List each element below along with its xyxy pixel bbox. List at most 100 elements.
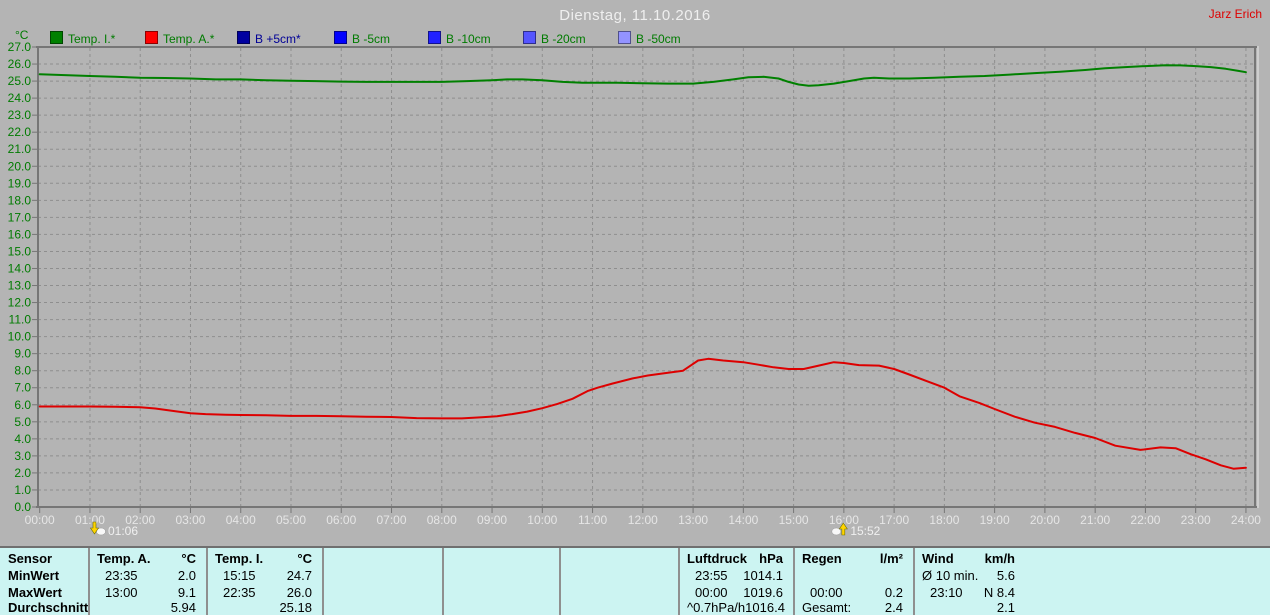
- table-cell: N 8.4: [983, 585, 1015, 600]
- summary-table: Sensor MinWert MaxWert Durchschnitt Temp. A.…: [0, 546, 1270, 615]
- table-row: Regen l/m²: [793, 551, 913, 567]
- y-tick-label: 24.0: [8, 91, 32, 105]
- table-cell: 2.1: [996, 600, 1015, 615]
- x-tick-label: 15:00: [779, 513, 809, 527]
- y-tick-label: 14.0: [8, 261, 32, 275]
- table-row: Temp. A. °C: [88, 551, 206, 567]
- y-tick-label: 20.0: [8, 159, 32, 173]
- table-column-temp-a: Temp. A. °C 23:35 2.0 13:00 9.1 5.94: [88, 548, 206, 615]
- table-row-label: MaxWert: [8, 585, 62, 600]
- x-tick-label: 18:00: [929, 513, 959, 527]
- table-row: 22:35 26.0: [206, 585, 322, 601]
- table-cell: 0.2: [884, 585, 903, 600]
- table-column-temp-i: Temp. I. °C 15:15 24.7 22:35 26.0 25.18: [206, 548, 322, 615]
- table-cell: 15:15: [223, 568, 256, 583]
- table-row-label: Durchschnitt: [8, 600, 89, 615]
- table-row: 00:00 1019.6: [678, 585, 793, 601]
- x-tick-label: 06:00: [326, 513, 356, 527]
- time-marker-label: 01:06: [108, 524, 138, 538]
- table-cell: l/m²: [879, 551, 903, 566]
- table-cell: Ø 10 min.: [922, 568, 979, 583]
- y-tick-label: 5.0: [14, 415, 31, 429]
- table-row: 23:35 2.0: [88, 568, 206, 584]
- temperature-chart: 0.0 1.0 2.0 3.0 4.0 5.0 6.0 7.0 8.0 9.0 10.0 11.0 12…: [8, 40, 1262, 538]
- table-column-luftdruck: Luftdruck hPa 23:55 1014.1 00:00 1019.6 ^0.7hP…: [678, 548, 793, 615]
- table-cell: 9.1: [177, 585, 196, 600]
- x-tick-label: 08:00: [427, 513, 457, 527]
- table-row: 13:00 9.1: [88, 585, 206, 601]
- y-tick-label: 26.0: [8, 57, 32, 71]
- table-cell: °C: [297, 551, 312, 566]
- y-tick-label: 0.0: [14, 500, 31, 514]
- x-tick-label: 09:00: [477, 513, 507, 527]
- table-row: Luftdruck hPa: [678, 551, 793, 567]
- table-column-empty: [322, 548, 442, 615]
- x-tick-label: 01:00: [75, 513, 105, 527]
- y-tick-label: 21.0: [8, 142, 32, 156]
- x-tick-label: 20:00: [1030, 513, 1060, 527]
- table-column-empty: [559, 548, 678, 615]
- y-tick-label: 12.0: [8, 296, 32, 310]
- table-row: 2.1: [913, 600, 1025, 615]
- table-cell: Luftdruck: [687, 551, 747, 566]
- y-tick-label: 16.0: [8, 227, 32, 241]
- table-cell: 1014.1: [743, 568, 783, 583]
- x-tick-label: 17:00: [879, 513, 909, 527]
- x-tick-label: 11:00: [578, 513, 607, 527]
- table-row: 25.18: [206, 600, 322, 615]
- x-tick-label: 07:00: [377, 513, 407, 527]
- y-tick-label: 19.0: [8, 176, 32, 190]
- table-cell: Regen: [802, 551, 842, 566]
- table-cell: 2.0: [177, 568, 196, 583]
- table-cell: km/h: [984, 551, 1015, 566]
- table-cell: 23:10: [930, 585, 963, 600]
- table-cell: 1016.4: [745, 600, 785, 615]
- y-tick-label: 8.0: [14, 364, 31, 378]
- y-tick-label: 6.0: [14, 398, 31, 412]
- x-tick-label: 04:00: [226, 513, 256, 527]
- table-row: Gesamt: 2.4: [793, 600, 913, 615]
- table-cell: Temp. A.: [97, 551, 151, 566]
- x-tick-label: 19:00: [980, 513, 1010, 527]
- y-tick-label: 18.0: [8, 193, 32, 207]
- table-cell: 1019.6: [743, 585, 783, 600]
- table-cell: 00:00: [810, 585, 843, 600]
- table-cell: °C: [181, 551, 196, 566]
- table-cell: ^0.7hPa/h: [687, 600, 746, 615]
- x-tick-label: 00:00: [25, 513, 55, 527]
- y-tick-label: 7.0: [14, 381, 31, 395]
- y-tick-label: 13.0: [8, 279, 32, 293]
- table-row: 23:55 1014.1: [678, 568, 793, 584]
- y-tick-label: 1.0: [14, 483, 31, 497]
- table-row: 00:00 0.2: [793, 585, 913, 601]
- table-cell: Wind: [922, 551, 954, 566]
- table-cell: 26.0: [286, 585, 312, 600]
- table-cell: 2.4: [884, 600, 903, 615]
- y-tick-label: 17.0: [8, 210, 32, 224]
- y-tick-label: 23.0: [8, 108, 32, 122]
- x-tick-label: 12:00: [628, 513, 658, 527]
- table-column-empty: [442, 548, 559, 615]
- y-tick-label: 22.0: [8, 125, 32, 139]
- table-row-label: Sensor: [8, 551, 53, 566]
- y-tick-label: 3.0: [14, 449, 31, 463]
- table-row: Temp. I. °C: [206, 551, 322, 567]
- table-cell: 25.18: [279, 600, 312, 615]
- table-cell: 5.94: [170, 600, 196, 615]
- table-row: Ø 10 min. 5.6: [913, 568, 1025, 584]
- table-row: 5.94: [88, 600, 206, 615]
- y-tick-label: 15.0: [8, 244, 32, 258]
- table-cell: hPa: [759, 551, 783, 566]
- y-tick-label: 10.0: [8, 330, 32, 344]
- table-column-regen: Regen l/m² 00:00 0.2 Gesamt: 2.4: [793, 548, 913, 615]
- table-cell: 22:35: [223, 585, 256, 600]
- y-tick-label: 2.0: [14, 466, 31, 480]
- x-tick-label: 03:00: [175, 513, 205, 527]
- table-cell: 13:00: [105, 585, 138, 600]
- y-tick-label: 25.0: [8, 74, 32, 88]
- y-tick-label: 9.0: [14, 347, 31, 361]
- x-tick-label: 05:00: [276, 513, 306, 527]
- x-tick-label: 13:00: [678, 513, 708, 527]
- x-tick-label: 22:00: [1130, 513, 1160, 527]
- x-tick-label: 23:00: [1181, 513, 1211, 527]
